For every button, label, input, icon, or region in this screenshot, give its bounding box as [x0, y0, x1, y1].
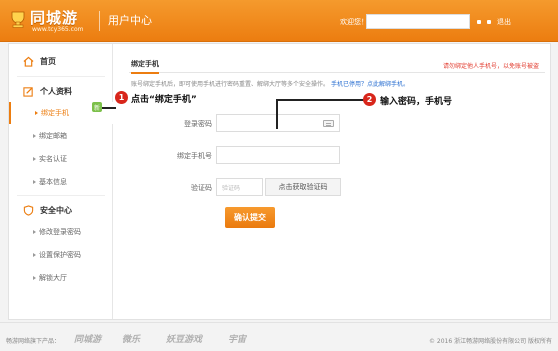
intro-text: 账号绑定手机后，即可使用手机进行密码重置、解绑大厅等多个安全操作。 手机已停用？… — [131, 79, 409, 88]
callout-1-number: 1 — [115, 91, 128, 104]
footer-logo-tcy[interactable]: 同城游 — [74, 332, 101, 345]
sidebar-item-unlock-lobby[interactable]: 解锁大厅 — [9, 267, 113, 289]
callout-2-text: 输入密码，手机号 — [380, 97, 453, 107]
callout-2-line-horizontal — [276, 99, 364, 101]
sidebar-item-bind-email[interactable]: 绑定邮箱 — [9, 125, 113, 147]
sidebar-item-label: 解锁大厅 — [39, 274, 67, 282]
intro-body: 账号绑定手机后，即可使用手机进行密码重置、解绑大厅等多个安全操作。 — [131, 81, 330, 88]
logout-link[interactable]: 退出 — [497, 17, 511, 27]
sidebar-item-protect-password[interactable]: 设置保护密码 — [9, 244, 113, 266]
sidebar-item-label: 安全中心 — [40, 205, 72, 215]
site-logo[interactable]: 同城游 www.tcy365.com — [8, 7, 96, 35]
shield-icon — [23, 204, 34, 216]
tab-bar: 绑定手机 请勿绑定他人手机号，以免账号被盗 — [129, 57, 545, 74]
main-panel: 绑定手机 请勿绑定他人手机号，以免账号被盗 账号绑定手机后，即可使用手机进行密码… — [129, 44, 545, 319]
sidebar-item-home[interactable]: 首页 — [9, 48, 113, 74]
get-code-button[interactable]: 点击获取验证码 — [265, 178, 341, 196]
username-box — [366, 14, 470, 29]
callout-1-text: 点击“绑定手机” — [131, 95, 197, 105]
callout-2-line-vertical-upper — [276, 99, 278, 119]
sidebar-section-security[interactable]: 安全中心 — [9, 197, 113, 223]
sidebar-item-label: 实名认证 — [39, 155, 67, 163]
home-icon — [23, 56, 34, 67]
brand-url: www.tcy365.com — [32, 26, 84, 33]
header-links: 退出 — [477, 16, 511, 28]
new-badge: 新 — [92, 102, 102, 112]
password-label: 登录密码 — [184, 120, 212, 128]
welcome-text: 欢迎您！ — [340, 18, 368, 26]
footer-label: 畅游网络旗下产品： — [6, 338, 61, 345]
sidebar-item-label: 设置保护密码 — [39, 251, 81, 259]
page-title: 用户中心 — [108, 14, 152, 27]
code-label: 验证码 — [191, 184, 212, 192]
trophy-icon — [11, 11, 25, 28]
sidebar-item-label: 绑定邮箱 — [39, 132, 67, 140]
settings-icon[interactable] — [487, 20, 491, 24]
footer: 畅游网络旗下产品： 同城游 微乐 妖豆游戏 宇宙 © 2016 浙江畅游网络股份… — [0, 322, 558, 351]
sidebar-item-label: 绑定手机 — [41, 109, 69, 117]
top-header: 同城游 www.tcy365.com 用户中心 欢迎您！ 退出 — [0, 0, 558, 42]
warning-note: 请勿绑定他人手机号，以免账号被盗 — [442, 63, 539, 70]
phone-label: 绑定手机号 — [177, 152, 212, 160]
phone-field[interactable] — [216, 146, 340, 164]
sidebar-item-label: 首页 — [40, 56, 56, 66]
callout-1-line — [102, 107, 116, 109]
divider — [17, 195, 105, 196]
sidebar-section-profile[interactable]: 个人资料 — [9, 78, 113, 104]
message-icon[interactable] — [477, 20, 481, 24]
code-field[interactable]: 验证码 — [216, 178, 263, 196]
brand-name: 同城游 — [30, 9, 79, 27]
header-divider — [99, 11, 100, 31]
tab-bind-phone[interactable]: 绑定手机 — [131, 59, 159, 74]
unbind-phone-link[interactable]: 手机已停用？点此解绑手机。 — [331, 81, 409, 88]
sidebar-item-label: 基本信息 — [39, 178, 67, 186]
sidebar-item-real-name[interactable]: 实名认证 — [9, 148, 113, 170]
sidebar-item-label: 个人资料 — [40, 86, 72, 96]
footer-logo-weile[interactable]: 微乐 — [122, 332, 140, 345]
content-card: 首页 个人资料 绑定手机 新 绑定邮箱 实名认证 基本信息 安全中心 修改登录密… — [8, 43, 551, 320]
sidebar-item-change-password[interactable]: 修改登录密码 — [9, 221, 113, 243]
footer-logo-yuzhou[interactable]: 宇宙 — [228, 332, 246, 345]
sidebar-item-label: 修改登录密码 — [39, 228, 81, 236]
password-field[interactable] — [216, 114, 340, 132]
copyright: © 2016 浙江畅游网络股份有限公司 版权所有 — [429, 338, 552, 345]
callout-2-number: 2 — [363, 93, 376, 106]
keyboard-icon[interactable] — [323, 120, 334, 127]
sidebar: 首页 个人资料 绑定手机 新 绑定邮箱 实名认证 基本信息 安全中心 修改登录密… — [9, 44, 113, 319]
footer-logo-yaodou[interactable]: 妖豆游戏 — [166, 332, 202, 345]
code-placeholder: 验证码 — [222, 185, 241, 192]
edit-icon — [23, 86, 33, 97]
sidebar-item-basic-info[interactable]: 基本信息 — [9, 171, 113, 193]
submit-button[interactable]: 确认提交 — [225, 207, 275, 228]
divider — [17, 76, 105, 77]
